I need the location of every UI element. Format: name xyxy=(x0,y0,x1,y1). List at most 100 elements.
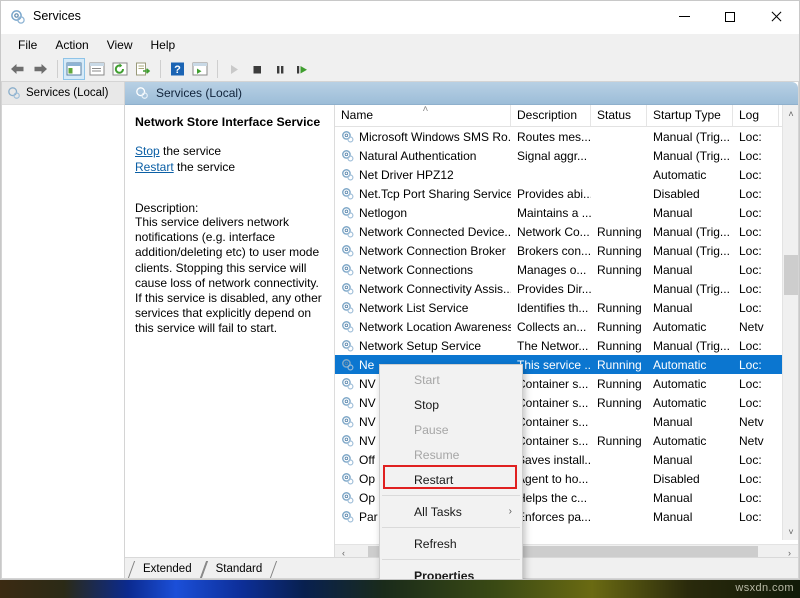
context-menu-item-resume[interactable]: Resume xyxy=(380,442,522,467)
column-header-description[interactable]: Description xyxy=(511,105,591,126)
menu-bar: File Action View Help xyxy=(1,34,799,56)
context-menu-item-properties[interactable]: Properties xyxy=(380,563,522,580)
table-row[interactable]: Net Driver HPZ12AutomaticLoc: xyxy=(335,165,798,184)
cell-startup-type: Manual xyxy=(647,510,733,524)
column-header-status[interactable]: Status xyxy=(591,105,647,126)
service-gear-icon xyxy=(341,263,355,277)
cell-name: Net Driver HPZ12 xyxy=(335,168,511,182)
tab-extended[interactable]: Extended xyxy=(131,561,204,578)
column-header-log-on-as[interactable]: Log xyxy=(733,105,779,126)
service-name: Op xyxy=(359,472,375,486)
column-header-name[interactable]: Name ˄ xyxy=(335,105,511,126)
cell-startup-type: Manual xyxy=(647,453,733,467)
show-action-pane-icon[interactable] xyxy=(189,58,211,80)
tab-standard[interactable]: Standard xyxy=(204,561,275,578)
service-gear-icon xyxy=(341,168,355,182)
help-icon[interactable]: ? xyxy=(166,58,188,80)
cell-startup-type: Manual (Trig... xyxy=(647,339,733,353)
console-tree-pane: Services (Local) xyxy=(1,81,125,579)
close-button[interactable] xyxy=(753,1,799,32)
cell-log-on-as: Loc: xyxy=(733,301,779,315)
service-name: NV xyxy=(359,434,376,448)
service-gear-icon xyxy=(341,415,355,429)
table-row[interactable]: Network Connected Device...Network Co...… xyxy=(335,222,798,241)
context-menu-item-all-tasks[interactable]: All Tasks › xyxy=(380,499,522,524)
cell-status: Running xyxy=(591,434,647,448)
cell-description: Maintains a ... xyxy=(511,206,591,220)
menu-file[interactable]: File xyxy=(9,35,46,55)
service-name: Network Location Awareness xyxy=(359,320,511,334)
service-gear-icon xyxy=(341,244,355,258)
maximize-button[interactable] xyxy=(707,1,753,32)
service-gear-icon xyxy=(341,491,355,505)
title-bar: Services xyxy=(1,1,799,34)
table-row[interactable]: Network ConnectionsManages o...RunningMa… xyxy=(335,260,798,279)
cell-name: Natural Authentication xyxy=(335,149,511,163)
cell-log-on-as: Loc: xyxy=(733,149,779,163)
vertical-scrollbar[interactable]: ˄ ˅ xyxy=(782,105,798,540)
column-header-startup-type[interactable]: Startup Type xyxy=(647,105,733,126)
menu-help[interactable]: Help xyxy=(142,35,185,55)
start-service-icon[interactable] xyxy=(223,58,245,80)
cell-log-on-as: Netv xyxy=(733,320,779,334)
cell-description: Provides Dir... xyxy=(511,282,591,296)
cell-log-on-as: Loc: xyxy=(733,339,779,353)
context-menu-item-stop[interactable]: Stop xyxy=(380,392,522,417)
restart-service-icon[interactable] xyxy=(292,58,314,80)
cell-log-on-as: Loc: xyxy=(733,358,779,372)
scroll-up-arrow-icon[interactable]: ˄ xyxy=(783,105,798,122)
context-menu-item-start[interactable]: Start xyxy=(380,367,522,392)
context-menu-item-refresh[interactable]: Refresh xyxy=(380,531,522,556)
restart-service-link[interactable]: Restart xyxy=(135,160,174,174)
table-row[interactable]: Network Setup ServiceThe Networ...Runnin… xyxy=(335,336,798,355)
table-row[interactable]: Natural AuthenticationSignal aggr...Manu… xyxy=(335,146,798,165)
cell-startup-type: Automatic xyxy=(647,434,733,448)
refresh-icon[interactable] xyxy=(109,58,131,80)
scroll-down-arrow-icon[interactable]: ˅ xyxy=(783,523,798,540)
restart-service-line: Restart the service xyxy=(135,159,324,175)
cell-log-on-as: Loc: xyxy=(733,396,779,410)
minimize-button[interactable] xyxy=(661,1,707,32)
context-menu-item-restart[interactable]: Restart xyxy=(380,467,522,492)
main-pane-header: Services (Local) xyxy=(125,82,798,105)
cell-startup-type: Automatic xyxy=(647,358,733,372)
service-name: Ne xyxy=(359,358,374,372)
service-name: NV xyxy=(359,415,376,429)
back-icon[interactable] xyxy=(6,58,28,80)
table-row[interactable]: NetlogonMaintains a ...ManualLoc: xyxy=(335,203,798,222)
cell-startup-type: Automatic xyxy=(647,320,733,334)
pause-service-icon[interactable] xyxy=(269,58,291,80)
service-gear-icon xyxy=(341,206,355,220)
menu-action[interactable]: Action xyxy=(46,35,97,55)
service-name: Network Connected Device... xyxy=(359,225,511,239)
cell-log-on-as: Netv xyxy=(733,434,779,448)
service-name: Net Driver HPZ12 xyxy=(359,168,454,182)
list-column-headers: Name ˄ Description Status Startup Type L… xyxy=(335,105,798,127)
menu-view[interactable]: View xyxy=(98,35,142,55)
table-row[interactable]: Network Connection BrokerBrokers con...R… xyxy=(335,241,798,260)
cell-log-on-as: Loc: xyxy=(733,491,779,505)
tree-root-item[interactable]: Services (Local) xyxy=(2,82,124,105)
service-gear-icon xyxy=(341,510,355,524)
cell-name: Network Connections xyxy=(335,263,511,277)
table-row[interactable]: Net.Tcp Port Sharing ServiceProvides abi… xyxy=(335,184,798,203)
table-row[interactable]: Network Location AwarenessCollects an...… xyxy=(335,317,798,336)
table-row[interactable]: Microsoft Windows SMS Ro...Routes mes...… xyxy=(335,127,798,146)
stop-service-link[interactable]: Stop xyxy=(135,144,160,158)
show-hide-console-tree-icon[interactable] xyxy=(63,58,85,80)
detail-service-title: Network Store Interface Service xyxy=(135,115,324,130)
service-name: Op xyxy=(359,491,375,505)
cell-description: Network Co... xyxy=(511,225,591,239)
table-row[interactable]: Network List ServiceIdentifies th...Runn… xyxy=(335,298,798,317)
service-gear-icon xyxy=(341,472,355,486)
cell-log-on-as: Loc: xyxy=(733,168,779,182)
vertical-scrollbar-thumb[interactable] xyxy=(784,255,798,295)
context-menu-item-pause[interactable]: Pause xyxy=(380,417,522,442)
service-gear-icon xyxy=(341,149,355,163)
properties-icon[interactable] xyxy=(86,58,108,80)
table-row[interactable]: Network Connectivity Assis...Provides Di… xyxy=(335,279,798,298)
export-list-icon[interactable] xyxy=(132,58,154,80)
forward-icon[interactable] xyxy=(29,58,51,80)
stop-service-icon[interactable] xyxy=(246,58,268,80)
cell-log-on-as: Loc: xyxy=(733,187,779,201)
